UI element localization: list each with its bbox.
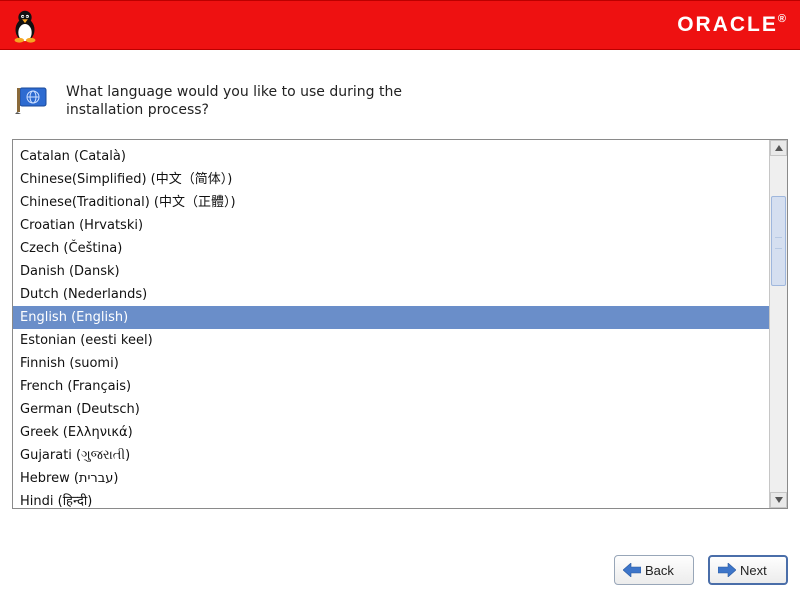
footer-bar: Back Next <box>0 540 800 600</box>
language-list[interactable]: Bulgarian (Български)Catalan (Català)Chi… <box>13 140 769 508</box>
vertical-scrollbar[interactable] <box>769 140 787 508</box>
language-option[interactable]: French (Français) <box>13 375 769 398</box>
language-flag-icon <box>14 86 50 114</box>
language-option[interactable]: Chinese(Simplified) (中文（简体）) <box>13 168 769 191</box>
next-button-label: Next <box>740 563 767 578</box>
language-option[interactable]: Dutch (Nederlands) <box>13 283 769 306</box>
next-button[interactable]: Next <box>708 555 788 585</box>
oracle-logo-reg: ® <box>778 13 788 25</box>
back-arrow-icon <box>623 563 641 577</box>
back-button-label: Back <box>645 563 674 578</box>
language-option[interactable]: Hebrew (עברית) <box>13 467 769 490</box>
scroll-up-button[interactable] <box>770 140 787 156</box>
next-arrow-icon <box>718 563 736 577</box>
language-option[interactable]: Gujarati (ગુજરાતી) <box>13 444 769 467</box>
language-option[interactable]: German (Deutsch) <box>13 398 769 421</box>
language-option[interactable]: Czech (Čeština) <box>13 237 769 260</box>
prompt-row: What language would you like to use duri… <box>14 84 788 119</box>
language-list-container: Bulgarian (Български)Catalan (Català)Chi… <box>12 139 788 509</box>
scrollbar-thumb[interactable] <box>771 196 786 286</box>
back-button[interactable]: Back <box>614 555 694 585</box>
language-option[interactable]: English (English) <box>13 306 769 329</box>
scrollbar-track[interactable] <box>770 156 787 492</box>
language-option[interactable]: Finnish (suomi) <box>13 352 769 375</box>
language-option[interactable]: Greek (Ελληνικά) <box>13 421 769 444</box>
content-area: What language would you like to use duri… <box>0 50 800 540</box>
language-option[interactable]: Chinese(Traditional) (中文（正體）) <box>13 191 769 214</box>
prompt-text: What language would you like to use duri… <box>66 84 426 119</box>
oracle-logo-text: ORACLE <box>677 13 778 36</box>
tux-mascot-icon <box>6 6 44 44</box>
language-option[interactable]: Estonian (eesti keel) <box>13 329 769 352</box>
language-option[interactable]: Catalan (Català) <box>13 145 769 168</box>
oracle-logo: ORACLE® <box>677 13 788 37</box>
scroll-down-button[interactable] <box>770 492 787 508</box>
language-option[interactable]: Hindi (हिन्दी) <box>13 490 769 508</box>
header-bar: ORACLE® <box>0 0 800 50</box>
language-option[interactable]: Croatian (Hrvatski) <box>13 214 769 237</box>
language-option[interactable]: Danish (Dansk) <box>13 260 769 283</box>
